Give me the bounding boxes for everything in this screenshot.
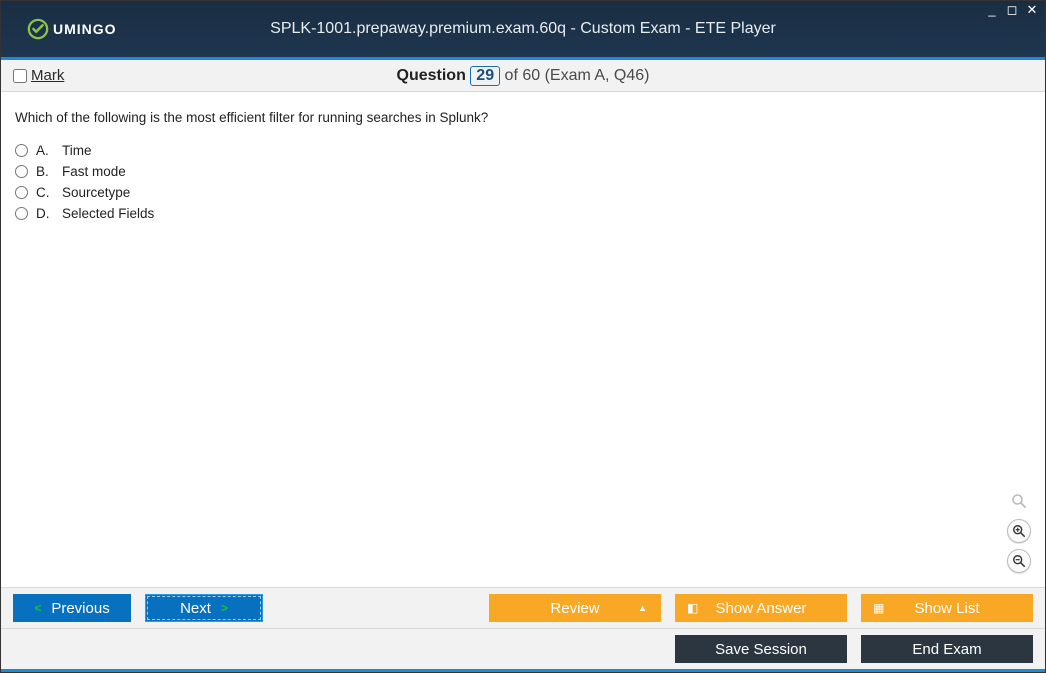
question-text: Which of the following is the most effic…	[15, 110, 1031, 125]
zoom-in-button[interactable]	[1007, 519, 1031, 543]
option-a[interactable]: A. Time	[15, 143, 1031, 158]
window-title: SPLK-1001.prepaway.premium.exam.60q - Cu…	[1, 20, 1045, 38]
app-window: UMINGO SPLK-1001.prepaway.premium.exam.6…	[0, 0, 1046, 673]
question-indicator: Question 29 of 60 (Exam A, Q46)	[1, 66, 1045, 86]
search-icon	[1007, 489, 1031, 513]
mark-label-text: Mark	[31, 67, 64, 84]
option-c[interactable]: C. Sourcetype	[15, 185, 1031, 200]
option-letter: A.	[36, 143, 54, 158]
option-c-radio[interactable]	[15, 186, 28, 199]
mark-checkbox[interactable]	[13, 69, 27, 83]
next-button[interactable]: Next >	[145, 594, 263, 622]
option-text: Fast mode	[62, 164, 126, 179]
option-b[interactable]: B. Fast mode	[15, 164, 1031, 179]
question-word: Question	[397, 67, 466, 84]
option-letter: D.	[36, 206, 54, 221]
nav-toolbar: < Previous Next > Review ▲ ◧ Show Answer…	[1, 587, 1045, 628]
triangle-up-icon: ▲	[638, 603, 647, 613]
review-button[interactable]: Review ▲	[489, 594, 661, 622]
option-letter: C.	[36, 185, 54, 200]
question-number: 29	[470, 66, 500, 86]
app-logo: UMINGO	[27, 18, 117, 40]
option-a-radio[interactable]	[15, 144, 28, 157]
answer-options: A. Time B. Fast mode C. Sourcetype D. Se…	[15, 143, 1031, 221]
zoom-out-button[interactable]	[1007, 549, 1031, 573]
option-d-radio[interactable]	[15, 207, 28, 220]
list-icon: ▦	[873, 601, 884, 615]
end-exam-button[interactable]: End Exam	[861, 635, 1033, 663]
minimize-icon[interactable]: _	[985, 3, 999, 17]
option-text: Time	[62, 143, 92, 158]
previous-button[interactable]: < Previous	[13, 594, 131, 622]
question-of-text: of 60 (Exam A, Q46)	[505, 67, 650, 84]
show-list-button[interactable]: ▦ Show List	[861, 594, 1033, 622]
option-letter: B.	[36, 164, 54, 179]
maximize-icon[interactable]: ◻	[1005, 3, 1019, 17]
answer-icon: ◧	[687, 601, 698, 615]
accent-band-bottom	[1, 669, 1045, 672]
option-text: Sourcetype	[62, 185, 130, 200]
show-list-label: Show List	[914, 600, 979, 617]
question-info-bar: Mark Question 29 of 60 (Exam A, Q46)	[1, 60, 1045, 92]
logo-text: UMINGO	[53, 21, 117, 37]
logo-checkmark-icon	[27, 18, 49, 40]
chevron-left-icon: <	[34, 601, 41, 615]
option-d[interactable]: D. Selected Fields	[15, 206, 1031, 221]
zoom-tools	[1007, 489, 1031, 573]
chevron-right-icon: >	[221, 601, 228, 615]
session-toolbar: Save Session End Exam	[1, 628, 1045, 669]
next-label: Next	[180, 600, 211, 617]
title-bar: UMINGO SPLK-1001.prepaway.premium.exam.6…	[1, 1, 1045, 57]
option-text: Selected Fields	[62, 206, 154, 221]
window-controls: _ ◻ ✕	[985, 3, 1039, 17]
previous-label: Previous	[51, 600, 109, 617]
option-b-radio[interactable]	[15, 165, 28, 178]
mark-checkbox-label[interactable]: Mark	[13, 67, 64, 84]
save-session-label: Save Session	[715, 641, 807, 658]
close-icon[interactable]: ✕	[1025, 3, 1039, 17]
show-answer-button[interactable]: ◧ Show Answer	[675, 594, 847, 622]
review-label: Review	[550, 600, 599, 617]
show-answer-label: Show Answer	[716, 600, 807, 617]
end-exam-label: End Exam	[912, 641, 981, 658]
question-content: Which of the following is the most effic…	[1, 92, 1045, 587]
save-session-button[interactable]: Save Session	[675, 635, 847, 663]
